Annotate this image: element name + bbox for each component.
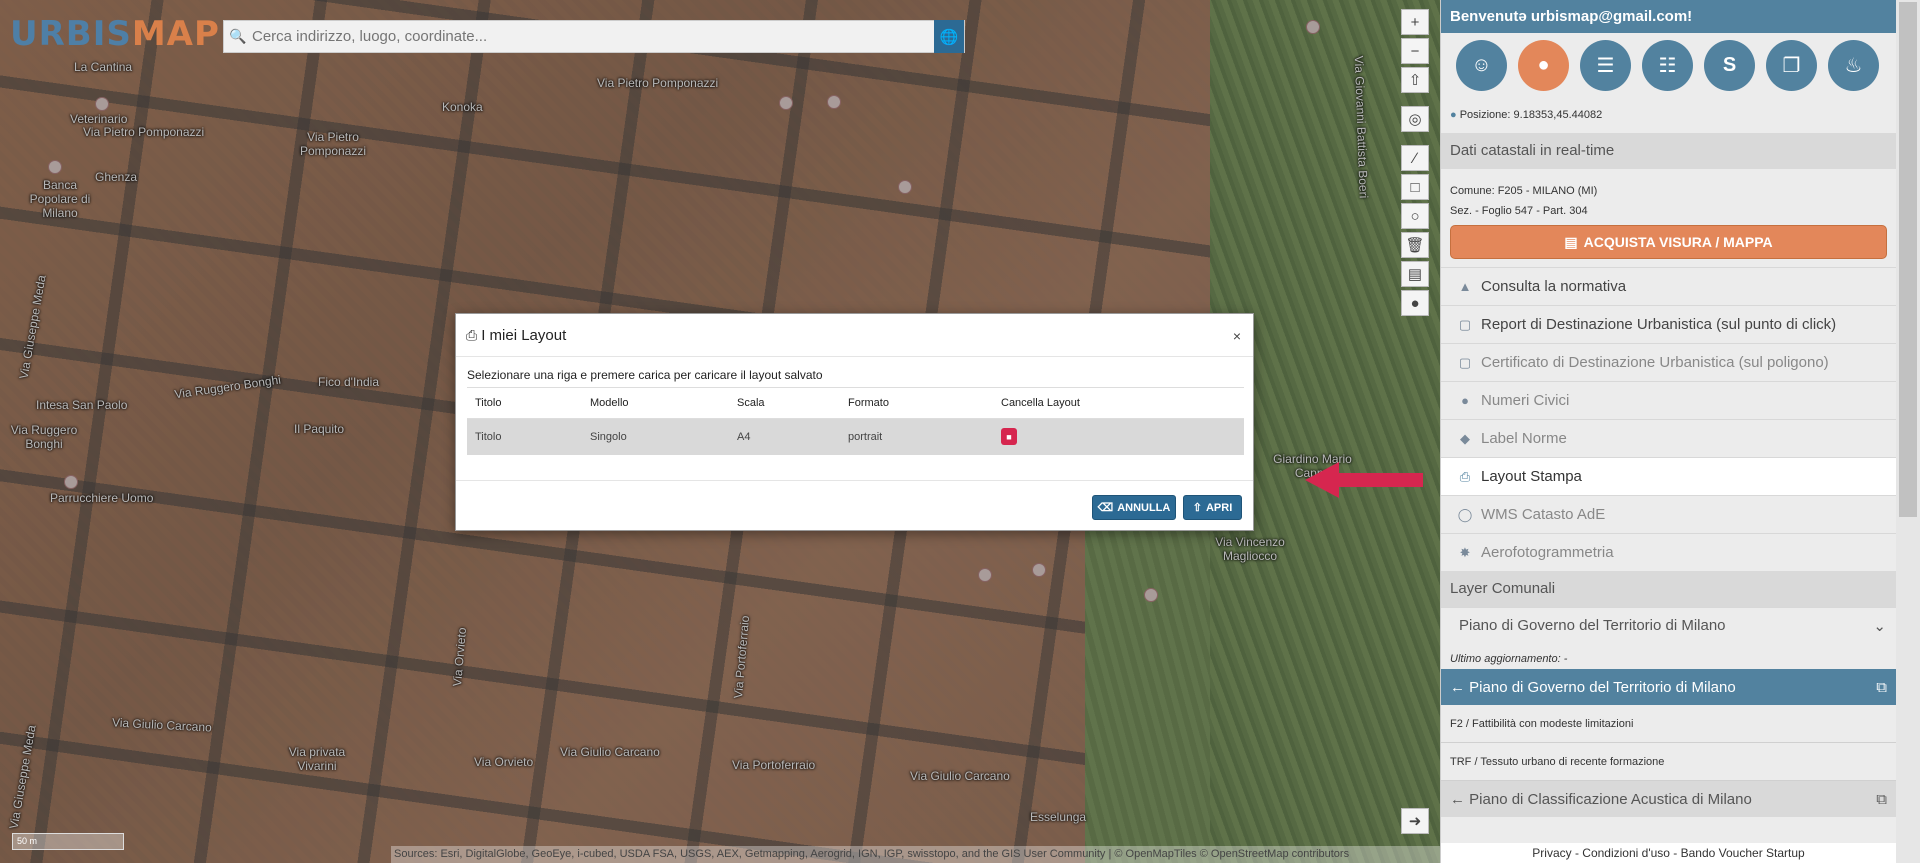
pgt-header[interactable]: ← Piano di Governo del Territorio di Mil…	[1441, 669, 1896, 705]
upload-icon: ⇧	[1192, 502, 1202, 514]
buy-visura-button[interactable]: ▤ ACQUISTA VISURA / MAPPA	[1450, 225, 1887, 259]
menu-item-report[interactable]: ▢ Report di Destinazione Urbanistica (su…	[1441, 305, 1896, 343]
print-icon: ⎙	[466, 326, 478, 343]
contacts-icon[interactable]: ☷	[1642, 39, 1693, 91]
table-row[interactable]: Titolo Singolo A4 portrait ■	[467, 418, 1244, 455]
map-attribution: Sources: Esri, DigitalGlobe, GeoEye, i-c…	[391, 846, 1440, 863]
delete-layout-button[interactable]: ■	[1001, 428, 1017, 446]
sidebar-icon-row: ☺ ● ☰ ☷ S ❐ ♨	[1441, 33, 1896, 97]
cell-titolo: Titolo	[467, 418, 582, 455]
external-link-icon[interactable]: ⧉	[1876, 679, 1887, 696]
footer-links[interactable]: Privacy - Condizioni d'uso - Bando Vouch…	[1441, 843, 1896, 863]
column-header: Scala	[729, 387, 840, 419]
circle-icon[interactable]: ○	[1401, 203, 1429, 229]
card-icon: ▤	[1564, 233, 1578, 250]
print-icon: ⎙	[1459, 468, 1471, 484]
layer-section-title: Layer Comunali	[1441, 571, 1896, 607]
welcome-banner: Benvenutə urbismap@gmail.com!	[1441, 0, 1896, 33]
foglio-info: Sez. - Foglio 547 - Part. 304	[1450, 205, 1588, 217]
map-scale: 50 m	[12, 833, 124, 850]
sidebar: Benvenutə urbismap@gmail.com! ☺ ● ☰ ☷ S …	[1440, 0, 1920, 863]
column-header: Formato	[840, 387, 993, 419]
list-item: F2 / Fattibilità con modeste limitazioni	[1441, 705, 1896, 743]
column-header: Titolo	[467, 387, 582, 419]
back-arrow-icon: ←	[1450, 678, 1465, 696]
layout-table: Titolo Modello Scala Formato Cancella La…	[467, 387, 1244, 455]
cancel-button[interactable]: ⌫ ANNULLA	[1092, 495, 1176, 520]
layers-icon[interactable]: ☰	[1580, 39, 1631, 91]
backspace-icon: ⌫	[1097, 502, 1114, 514]
currency-icon[interactable]: S	[1704, 39, 1755, 91]
file-icon: ▢	[1458, 354, 1472, 370]
menu-item-aerofotogrammetria[interactable]: ✸ Aerofotogrammetria	[1441, 533, 1896, 571]
search-input[interactable]	[252, 28, 934, 45]
modal-title: I miei Layout	[481, 326, 567, 344]
globe-icon[interactable]: 🌐	[934, 20, 964, 53]
menu-item-layout-stampa[interactable]: ⎙ Layout Stampa	[1441, 457, 1896, 495]
zoom-out-button[interactable]: −	[1401, 38, 1429, 64]
list-item: TRF / Tessuto urbano di recente formazio…	[1441, 743, 1896, 781]
pin-icon: ●	[1461, 393, 1469, 408]
position-readout: ● Posizione: 9.18353,45.44082	[1450, 109, 1603, 121]
column-header: Modello	[582, 387, 729, 419]
polygon-icon[interactable]: □	[1401, 174, 1429, 200]
menu-item-certificato[interactable]: ▢ Certificato di Destinazione Urbanistic…	[1441, 343, 1896, 381]
marker-icon[interactable]: ●	[1401, 290, 1429, 316]
external-link-icon[interactable]: ⧉	[1876, 791, 1887, 808]
line-icon[interactable]: ∕	[1401, 145, 1429, 171]
cell-modello: Singolo	[582, 418, 729, 455]
menu-item-numeri-civici[interactable]: ● Numeri Civici	[1441, 381, 1896, 419]
app-logo: URBISMAP	[10, 14, 220, 54]
modal-instruction: Selezionare una riga e premere carica pe…	[467, 368, 823, 382]
compass-icon[interactable]: ⇧	[1401, 67, 1429, 93]
search-icon: 🔍	[229, 28, 247, 44]
back-arrow-icon: ←	[1450, 790, 1465, 808]
open-button[interactable]: ⇧ APRI	[1183, 495, 1242, 520]
locate-icon[interactable]: ◎	[1401, 106, 1429, 132]
search-bar: 🔍 🌐	[223, 20, 965, 53]
menu-item-wms-catasto[interactable]: ◯ WMS Catasto AdE	[1441, 495, 1896, 533]
globe-icon: ◯	[1457, 506, 1473, 522]
last-updated: Ultimo aggiornamento: -	[1450, 653, 1568, 665]
drone-icon: ✸	[1459, 544, 1471, 560]
layout-modal: ⎙ I miei Layout × Selezionare una riga e…	[455, 313, 1254, 531]
file-icon: ▢	[1458, 316, 1472, 332]
menu-item-normativa[interactable]: ▲ Consulta la normativa	[1441, 267, 1896, 305]
catasto-section-title: Dati catastali in real-time	[1441, 133, 1896, 169]
column-header: Cancella Layout	[993, 387, 1244, 419]
menu-item-label-norme[interactable]: ◆ Label Norme	[1441, 419, 1896, 457]
acoustic-header[interactable]: ← Piano di Classificazione Acustica di M…	[1441, 781, 1896, 817]
next-arrow-button[interactable]: ➜	[1401, 808, 1429, 834]
sidebar-scrollbar[interactable]	[1896, 0, 1920, 863]
scrollbar-thumb[interactable]	[1899, 2, 1917, 517]
comune-info: Comune: F205 - MILANO (MI)	[1450, 185, 1598, 197]
cell-scala: A4	[729, 418, 840, 455]
graduation-cap-icon: ▲	[1458, 279, 1472, 294]
chevron-down-icon: ⌄	[1873, 617, 1886, 635]
pointer-arrow-icon	[1305, 462, 1423, 498]
tag-icon: ◆	[1460, 430, 1470, 446]
windows-icon[interactable]: ❐	[1766, 39, 1817, 91]
zoom-in-button[interactable]: +	[1401, 9, 1429, 35]
user-icon[interactable]: ☺	[1456, 39, 1507, 91]
pin-icon: ●	[1450, 109, 1457, 121]
print-icon[interactable]: ▤	[1401, 261, 1429, 287]
trash-icon[interactable]: 🗑	[1401, 232, 1429, 258]
cell-formato: portrait	[840, 418, 993, 455]
close-button[interactable]: ×	[1233, 328, 1241, 344]
bell-icon[interactable]: ♨	[1828, 39, 1879, 91]
map-pin-icon[interactable]: ●	[1518, 39, 1569, 91]
layer-select[interactable]: Piano di Governo del Territorio di Milan…	[1441, 607, 1896, 643]
